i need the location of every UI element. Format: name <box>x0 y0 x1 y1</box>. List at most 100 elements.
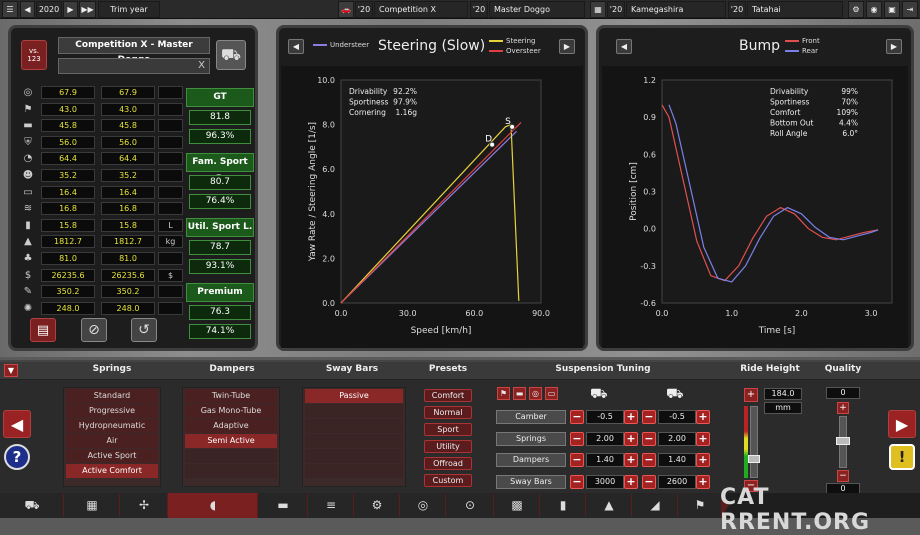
engine-icon[interactable]: ▦ <box>590 1 606 18</box>
clear-icon[interactable]: X <box>198 60 205 71</box>
collapse-button[interactable]: ▼ <box>4 364 18 377</box>
list-item[interactable]: Standard <box>66 389 158 403</box>
exhaust-icon[interactable]: ≡ <box>308 493 354 518</box>
front-increase-button[interactable]: + <box>624 410 638 424</box>
front-decrease-button[interactable]: − <box>570 474 584 489</box>
front-increase-button[interactable]: + <box>624 431 638 446</box>
demographic-name[interactable]: Util. Sport L. <box>186 218 254 237</box>
preset-button[interactable]: Utility <box>424 440 472 453</box>
list-item[interactable]: Twin-Tube <box>185 389 277 403</box>
fuel-system-icon[interactable]: ▮ <box>540 493 586 518</box>
rear-decrease-button[interactable]: − <box>642 431 656 446</box>
quality-up-button[interactable]: + <box>837 402 849 414</box>
body-icon[interactable]: ⛟ <box>0 493 64 518</box>
front-value[interactable]: -0.5 <box>586 410 624 424</box>
ride-height-value[interactable]: 184.0 <box>764 388 802 400</box>
list-item[interactable]: Progressive <box>66 404 158 418</box>
engine-block-icon[interactable]: ▬ <box>258 493 308 518</box>
settings-icon[interactable]: ⚙ <box>848 1 864 18</box>
next-chart-button[interactable]: ▶ <box>886 39 902 54</box>
car-select-button[interactable]: ⛟ <box>216 40 246 70</box>
menu-icon[interactable]: ☰ <box>2 1 18 18</box>
brake-icon[interactable]: ⊙ <box>446 493 494 518</box>
warning-icon[interactable]: ! <box>889 444 915 470</box>
camera-icon[interactable]: ◉ <box>866 1 882 18</box>
front-increase-button[interactable]: + <box>624 474 638 489</box>
ride-height-slider-handle[interactable] <box>748 455 760 463</box>
search-input[interactable]: X <box>58 58 210 74</box>
demographic-name[interactable]: GT <box>186 88 254 107</box>
cargo-icon[interactable]: ▭ <box>545 387 558 400</box>
test-icon[interactable]: ⚑ <box>678 493 722 518</box>
preset-button[interactable]: Offroad <box>424 457 472 470</box>
year-prev-button[interactable]: ◀ <box>20 1 35 18</box>
next-chart-button[interactable]: ▶ <box>559 39 575 54</box>
aero-icon[interactable]: ◢ <box>632 493 678 518</box>
quality-slider-handle[interactable] <box>836 437 850 445</box>
rear-increase-button[interactable]: + <box>696 474 710 489</box>
prev-chart-button[interactable]: ◀ <box>616 39 632 54</box>
reset-button[interactable]: ↺ <box>131 318 157 342</box>
rear-increase-button[interactable]: + <box>696 431 710 446</box>
demographic-name[interactable]: Fam. Sport P. <box>186 153 254 184</box>
slot2-name[interactable]: Master Doggo <box>489 1 585 18</box>
gearbox-icon[interactable]: ⚙ <box>354 493 400 518</box>
front-increase-button[interactable]: + <box>624 453 638 467</box>
front-decrease-button[interactable]: − <box>570 431 584 446</box>
list-item[interactable]: Passive <box>305 389 403 403</box>
list-item[interactable]: Active Sport <box>66 449 158 463</box>
car-icon[interactable]: 🚗 <box>338 1 354 18</box>
prev-section-button[interactable]: ◀ <box>3 410 31 438</box>
vs-button[interactable]: vs. 123 <box>21 40 47 70</box>
rear-decrease-button[interactable]: − <box>642 474 656 489</box>
list-item[interactable]: Air <box>66 434 158 448</box>
frame-icon[interactable]: ▦ <box>64 493 120 518</box>
slot1-name[interactable]: Competition X <box>374 1 468 18</box>
trim-year-label[interactable]: Trim year <box>98 1 160 18</box>
list-item[interactable]: Adaptive <box>185 419 277 433</box>
front-value[interactable]: 2.00 <box>586 431 624 446</box>
rear-value[interactable]: 1.40 <box>658 453 696 467</box>
rear-increase-button[interactable]: + <box>696 410 710 424</box>
ride-height-slider[interactable] <box>748 406 760 478</box>
front-value[interactable]: 3000 <box>586 474 624 489</box>
preset-button[interactable]: Custom <box>424 474 472 487</box>
tire-icon[interactable]: ◎ <box>400 493 446 518</box>
front-decrease-button[interactable]: − <box>570 410 584 424</box>
chassis-icon[interactable]: ▩ <box>494 493 540 518</box>
report-button[interactable]: ▤ <box>30 318 56 342</box>
rear-increase-button[interactable]: + <box>696 453 710 467</box>
cancel-button[interactable]: ⊘ <box>81 318 107 342</box>
rear-decrease-button[interactable]: − <box>642 453 656 467</box>
rear-decrease-button[interactable]: − <box>642 410 656 424</box>
preset-button[interactable]: Comfort <box>424 389 472 402</box>
preset-button[interactable]: Normal <box>424 406 472 419</box>
suspension-icon[interactable]: ✢ <box>120 493 168 518</box>
ride-height-up-button[interactable]: + <box>744 388 758 402</box>
help-icon[interactable]: ? <box>4 444 30 470</box>
preset-button[interactable]: Sport <box>424 423 472 436</box>
exit-icon[interactable]: ⇥ <box>902 1 918 18</box>
list-item[interactable]: Hydropneumatic <box>66 419 158 433</box>
steering-wheel-icon[interactable]: ◎ <box>529 387 542 400</box>
year-fast-forward-button[interactable]: ▶▶ <box>79 1 96 18</box>
rear-value[interactable]: 2600 <box>658 474 696 489</box>
slot4-name[interactable]: Tatahai <box>747 1 843 18</box>
list-item[interactable]: Active Comfort <box>66 464 158 478</box>
seat-icon[interactable]: ▬ <box>513 387 526 400</box>
quality-down-button[interactable]: − <box>837 470 849 482</box>
handling-icon[interactable]: ▲ <box>586 493 632 518</box>
car-body-icon[interactable]: ◖ <box>168 493 258 518</box>
rear-value[interactable]: -0.5 <box>658 410 696 424</box>
slot3-name[interactable]: Kamegashira <box>626 1 726 18</box>
front-decrease-button[interactable]: − <box>570 453 584 467</box>
quality-slider[interactable] <box>836 416 850 468</box>
rear-value[interactable]: 2.00 <box>658 431 696 446</box>
front-value[interactable]: 1.40 <box>586 453 624 467</box>
prev-chart-button[interactable]: ◀ <box>288 39 304 54</box>
list-item[interactable]: Gas Mono-Tube <box>185 404 277 418</box>
year-next-button[interactable]: ▶ <box>63 1 78 18</box>
list-item[interactable]: Semi Active <box>185 434 277 448</box>
flag-icon[interactable]: ⚑ <box>497 387 510 400</box>
save-icon[interactable]: ▣ <box>884 1 900 18</box>
